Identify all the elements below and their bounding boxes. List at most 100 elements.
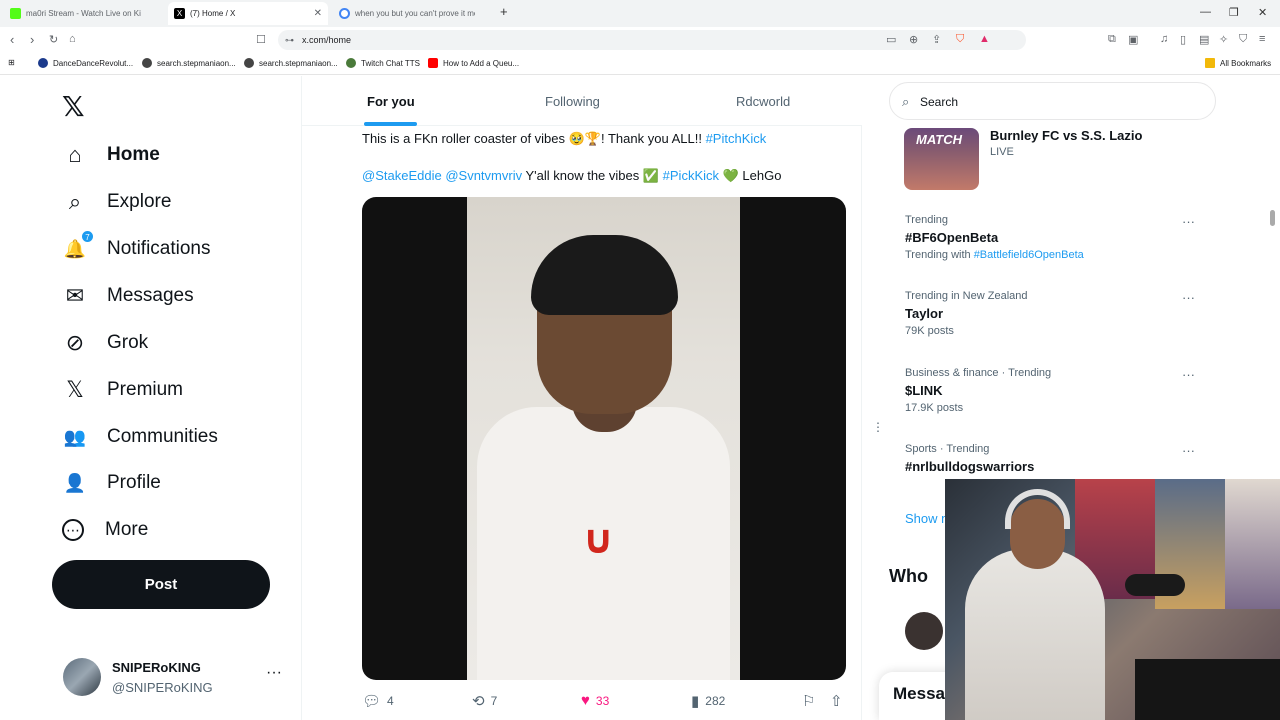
views-icon: ▮ — [691, 693, 700, 710]
avatar[interactable] — [905, 612, 943, 650]
menu-icon[interactable]: ≡ — [1259, 33, 1265, 45]
communities-icon: 👥 — [63, 426, 87, 447]
trend-sub-link[interactable]: #Battlefield6OpenBeta — [974, 249, 1084, 261]
nav-item-more[interactable]: ⋯ More — [62, 515, 148, 545]
nav-item-grok[interactable]: ⊘ Grok — [62, 328, 148, 358]
bookmark-page-icon[interactable]: ☐ — [256, 33, 266, 46]
cast-icon[interactable]: ▭ — [886, 33, 896, 46]
nav-item-profile[interactable]: 👤 Profile — [62, 468, 161, 498]
trend-more-icon[interactable]: ··· — [1182, 214, 1195, 229]
account-switcher[interactable]: SNIPERoKING @SNIPERoKING ··· — [63, 658, 293, 698]
extensions-icon[interactable]: ⧉ — [1108, 33, 1116, 46]
all-bookmarks[interactable]: All Bookmarks — [1205, 58, 1271, 68]
repost-button[interactable]: ⟲ 7 — [472, 692, 497, 710]
new-tab-icon[interactable]: + — [500, 4, 508, 19]
media-icon[interactable]: ♫ — [1160, 33, 1168, 45]
account-more-icon[interactable]: ··· — [266, 664, 282, 682]
user-handle: @SNIPERoKING — [112, 680, 213, 695]
site-info-icon[interactable]: ⊶ — [285, 30, 294, 50]
restore-icon[interactable]: ❐ — [1229, 6, 1239, 19]
match-thumbnail[interactable]: MATCH — [904, 128, 979, 190]
trend-more-icon[interactable]: ··· — [1182, 367, 1195, 382]
close-window-icon[interactable]: ✕ — [1258, 6, 1267, 19]
sidebar-toggle-icon[interactable]: ▣ — [1128, 33, 1138, 46]
browser-tab-bar: ma0ri Stream - Watch Live on Ki X (7) Ho… — [0, 0, 1280, 27]
browser-tab-x-home[interactable]: X (7) Home / X ✕ — [168, 2, 328, 25]
bookmark-item[interactable]: How to Add a Queu... — [428, 58, 519, 68]
share-button[interactable]: ⇧ — [830, 692, 849, 710]
bookmark-item[interactable]: Twitch Chat TTS — [346, 58, 420, 68]
ddr-favicon-icon — [38, 58, 48, 68]
streamer — [965, 549, 1105, 720]
post-button[interactable]: Post — [52, 560, 270, 609]
trend-item[interactable]: Business & finance · Trending $LINK 17.9… — [905, 367, 1205, 414]
trend-more-icon[interactable]: ··· — [1182, 443, 1195, 458]
event-title[interactable]: Burnley FC vs S.S. Lazio — [990, 128, 1142, 143]
nav-item-communities[interactable]: 👥 Communities — [62, 422, 218, 452]
bookmark-item[interactable]: DanceDanceRevolut... — [38, 58, 133, 68]
envelope-icon: ✉ — [65, 283, 85, 308]
scrollbar-thumb[interactable] — [1270, 210, 1275, 226]
bookmarks-bar: ⊞ DanceDanceRevolut... search.stepmaniao… — [0, 53, 1280, 75]
brave-shield-icon[interactable]: ⛉ — [956, 33, 964, 46]
search-icon: ⌕ — [68, 189, 82, 214]
repost-icon: ⟲ — [472, 693, 485, 710]
rewards-icon[interactable]: ▲ — [979, 33, 990, 45]
trend-item[interactable]: Trending #BF6OpenBeta Trending with #Bat… — [905, 214, 1205, 261]
back-icon[interactable]: ‹ — [10, 32, 14, 47]
share-icon[interactable]: ⇪ — [932, 33, 941, 46]
vpn-icon[interactable]: ⛉ — [1239, 33, 1247, 46]
hashtag-link[interactable]: #PitchKick — [706, 131, 767, 146]
nav-item-home[interactable]: ⌂ Home — [62, 140, 159, 170]
share-icon: ⇧ — [830, 693, 843, 710]
reply-button[interactable]: 💬︎ 4 — [362, 692, 394, 710]
wallet-icon[interactable]: ▤ — [1199, 33, 1209, 46]
trend-context: Trending — [905, 214, 949, 226]
panel-icon[interactable]: ▯ — [1180, 33, 1186, 46]
tweet-text: This is a FKn roller coaster of vibes 🥹🏆… — [362, 131, 706, 146]
trend-name: #BF6OpenBeta — [905, 230, 999, 245]
views-count: 282 — [705, 694, 726, 708]
trend-more-icon[interactable]: ··· — [1182, 290, 1195, 305]
video-frame: ∪ — [467, 197, 740, 680]
forward-icon[interactable]: › — [30, 32, 34, 47]
tab-for-you[interactable]: For you — [367, 94, 415, 109]
minimize-icon[interactable]: — — [1200, 6, 1211, 18]
trend-item[interactable]: Trending in New Zealand Taylor 79K posts… — [905, 290, 1205, 337]
reply-icon: 💬︎ — [362, 693, 382, 710]
nav-item-messages[interactable]: ✉ Messages — [62, 281, 194, 311]
nav-item-notifications[interactable]: 🔔 7 Notifications — [62, 230, 211, 264]
views-button[interactable]: ▮ 282 — [691, 692, 725, 710]
bookmark-item[interactable]: search.stepmaniaon... — [142, 58, 236, 68]
zoom-icon[interactable]: ⊕ — [909, 33, 918, 46]
tab-following[interactable]: Following — [545, 94, 600, 109]
home-browser-icon[interactable]: ⌂ — [69, 33, 76, 45]
nav-item-explore[interactable]: ⌕ Explore — [62, 187, 172, 217]
leo-icon[interactable]: ✧ — [1219, 33, 1228, 46]
close-tab-icon[interactable]: ✕ — [314, 8, 322, 19]
bookmark-item[interactable]: search.stepmaniaon... — [244, 58, 338, 68]
apps-icon[interactable]: ⊞ — [8, 58, 15, 67]
tab-rdcworld[interactable]: Rdcworld — [736, 94, 790, 109]
hashtag-link[interactable]: #PickKick — [663, 168, 719, 183]
search-input[interactable]: ⌕ Search — [889, 82, 1216, 120]
repost-count: 7 — [490, 694, 498, 708]
mention-link[interactable]: @Svntvmvriv — [445, 168, 522, 183]
x-logo-icon[interactable]: 𝕏 — [62, 90, 85, 123]
trend-item[interactable]: Sports · Trending #nrlbulldogswarriors ·… — [905, 443, 1205, 474]
trend-context: Trending in New Zealand — [905, 290, 1028, 302]
reload-icon[interactable]: ↻ — [49, 33, 58, 46]
tweet-text-line-2: @StakeEddie @Svntvmvriv Y'all know the v… — [362, 168, 781, 184]
nav-item-premium[interactable]: 𝕏 Premium — [62, 375, 183, 405]
nav-label: Profile — [107, 472, 161, 493]
tweet-video[interactable]: ∪ — [362, 197, 846, 680]
browser-tab-kick[interactable]: ma0ri Stream - Watch Live on Ki — [4, 2, 168, 25]
like-button[interactable]: ♥ 33 — [581, 692, 609, 709]
notification-badge: 7 — [81, 230, 94, 243]
mention-link[interactable]: @StakeEddie — [362, 168, 442, 183]
bookmark-button[interactable]: ⚐ — [802, 692, 821, 710]
browser-tab-google[interactable]: when you but you can't prove it me — [333, 2, 493, 25]
bookmark-label: How to Add a Queu... — [443, 58, 520, 68]
nav-label: More — [105, 519, 149, 540]
trend-sub-prefix: Trending with — [905, 249, 974, 261]
